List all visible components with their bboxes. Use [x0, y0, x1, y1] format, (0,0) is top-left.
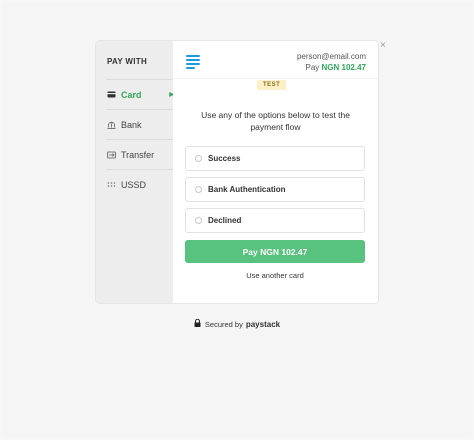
- option-label: Declined: [208, 216, 242, 225]
- sidebar-item-card[interactable]: Card ▶: [106, 79, 174, 109]
- payment-header: person@email.com Pay NGN 102.47: [173, 41, 378, 79]
- sidebar-item-label: USSD: [121, 179, 147, 190]
- pay-prefix: Pay: [305, 63, 320, 72]
- test-mode-badge: TEST: [257, 80, 287, 90]
- sidebar-item-transfer[interactable]: Transfer: [106, 139, 173, 169]
- sidebar-item-label: Transfer: [121, 149, 155, 160]
- radio-icon: [195, 155, 202, 162]
- paystack-brand: paystack: [245, 319, 281, 329]
- radio-icon: [195, 186, 202, 193]
- secured-by-footer: Secured by paystack: [0, 318, 474, 329]
- paystack-logo-icon: [186, 55, 200, 69]
- sidebar-item-ussd[interactable]: USSD: [106, 169, 173, 199]
- payment-modal: PAY WITH Card ▶ Bank Transfer USSD perso…: [96, 41, 378, 303]
- option-declined[interactable]: Declined: [185, 208, 365, 233]
- option-bank-authentication[interactable]: Bank Authentication: [185, 177, 365, 202]
- lock-icon: [194, 318, 201, 329]
- use-another-card-link[interactable]: Use another card: [185, 271, 365, 280]
- card-icon: [106, 90, 116, 100]
- payment-amount: Pay NGN 102.47: [306, 63, 367, 72]
- option-success[interactable]: Success: [185, 146, 365, 171]
- sidebar-item-label: Card: [121, 89, 142, 100]
- option-label: Bank Authentication: [208, 185, 286, 194]
- secured-text: Secured by: [204, 319, 243, 329]
- sidebar-title: PAY WITH: [107, 57, 148, 66]
- ussd-icon: [106, 180, 116, 190]
- close-icon[interactable]: ×: [380, 41, 386, 51]
- payment-method-sidebar: PAY WITH Card ▶ Bank Transfer USSD: [96, 41, 174, 303]
- transfer-icon: [106, 150, 116, 160]
- test-instructions: Use any of the options below to test the…: [201, 110, 350, 132]
- sidebar-item-label: Bank: [121, 119, 142, 130]
- amount-value: NGN 102.47: [321, 63, 366, 72]
- radio-icon: [195, 217, 202, 224]
- sidebar-item-bank[interactable]: Bank: [106, 109, 173, 139]
- payment-main-panel: person@email.com Pay NGN 102.47 TEST Use…: [173, 41, 378, 303]
- pay-button[interactable]: Pay NGN 102.47: [185, 240, 365, 263]
- bank-icon: [106, 120, 116, 130]
- customer-email: person@email.com: [296, 52, 366, 61]
- option-label: Success: [208, 154, 241, 163]
